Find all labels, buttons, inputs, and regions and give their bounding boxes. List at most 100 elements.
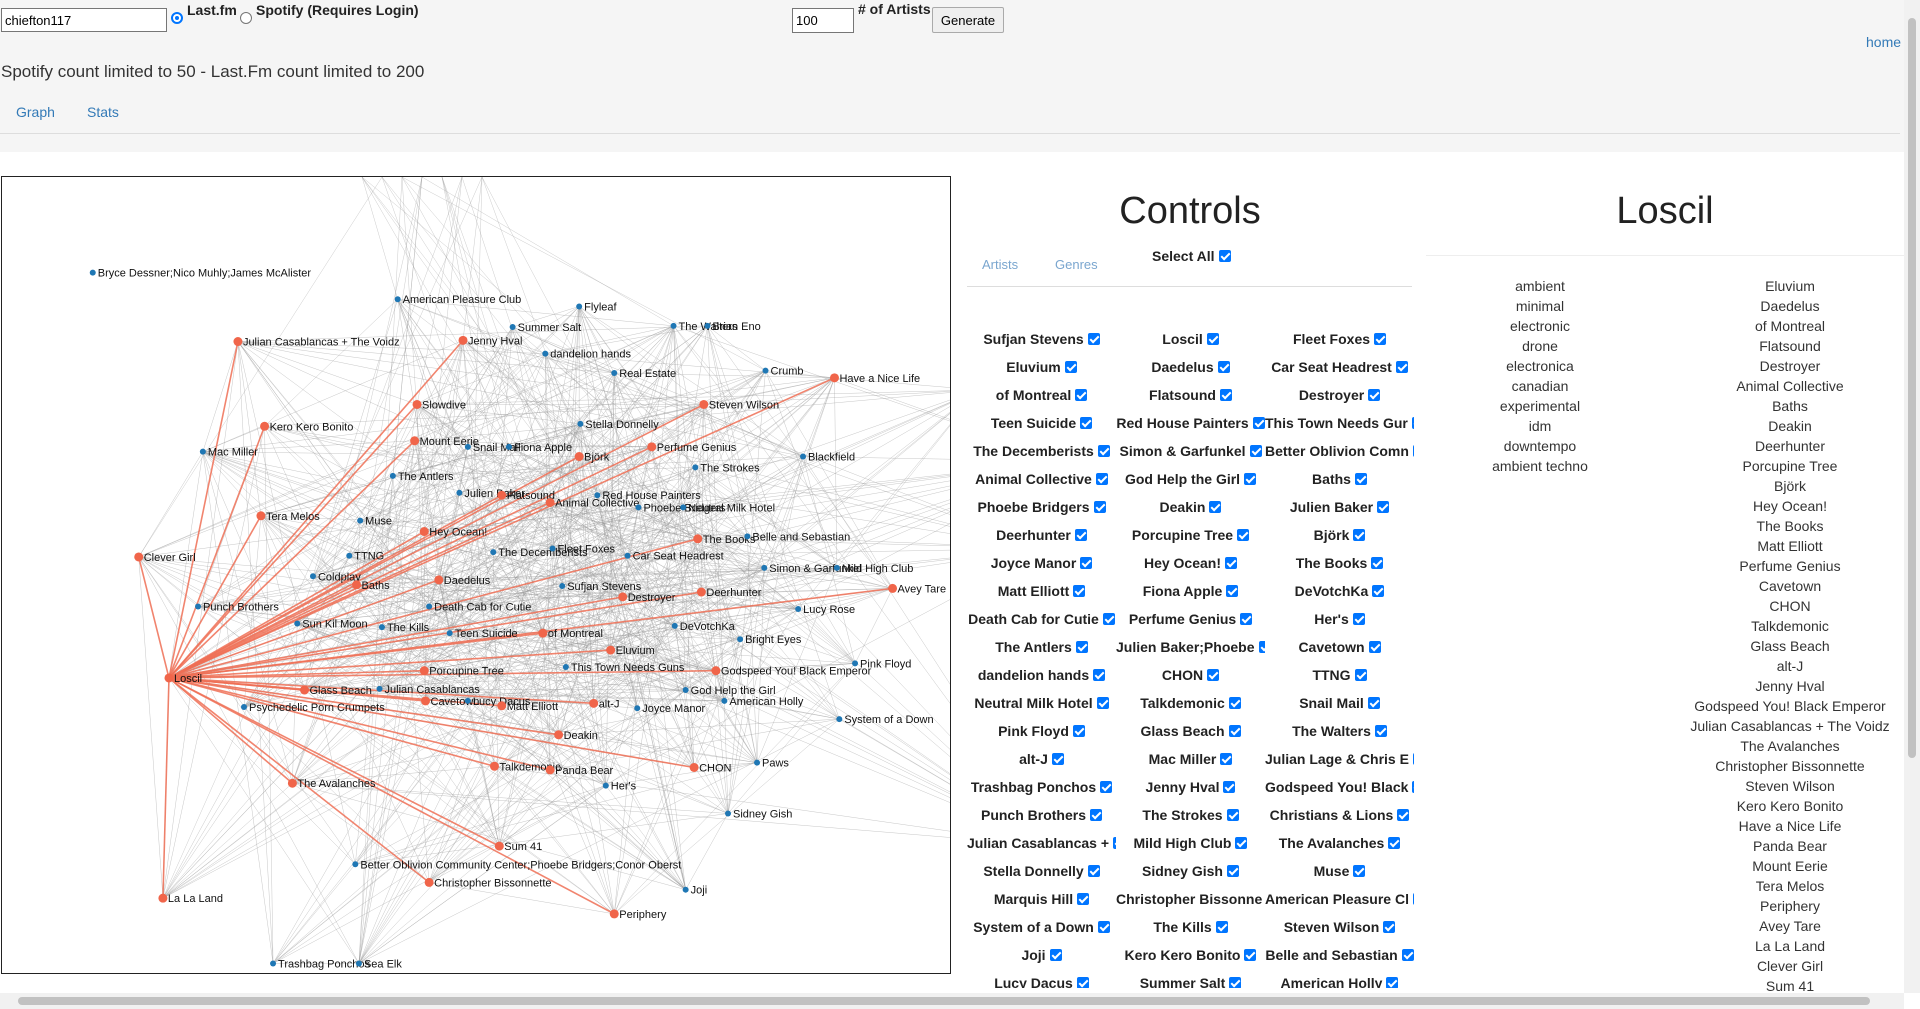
graph-node[interactable]: Real Estate (611, 368, 676, 380)
checkbox-checked-icon[interactable] (1228, 697, 1241, 709)
graph-node[interactable]: Hey Ocean! (419, 527, 488, 539)
checkbox-checked-icon[interactable] (1228, 725, 1241, 737)
checkbox-checked-icon[interactable] (1090, 809, 1102, 821)
graph-node[interactable]: Joyce Manor (634, 703, 706, 715)
graph-node[interactable]: Snail Mail (464, 442, 521, 454)
spotify-radio[interactable] (240, 12, 252, 24)
artist-checkbox-item[interactable]: Perfume Genius (1116, 608, 1265, 636)
checkbox-checked-icon[interactable] (1087, 865, 1100, 877)
graph-node[interactable]: Blackfield (800, 452, 855, 464)
checkbox-checked-icon[interactable] (1080, 417, 1093, 429)
graph-node[interactable]: Porcupine Tree (419, 666, 504, 678)
artist-checkbox-item[interactable]: Julian Casablancas + (967, 832, 1116, 860)
graph-node[interactable]: This Town Needs Guns (562, 662, 685, 674)
checkbox-checked-icon[interactable] (1383, 921, 1396, 933)
checkbox-checked-icon[interactable] (1377, 501, 1390, 513)
artist-checkbox-item[interactable]: DeVotchKa (1265, 580, 1414, 608)
checkbox-checked-icon[interactable] (1372, 585, 1385, 597)
graph-node[interactable]: Car Seat Headrest (624, 551, 724, 563)
artist-checkbox-item[interactable]: Joji (967, 944, 1116, 972)
graph-node[interactable]: Kero Kero Bonito (260, 421, 353, 433)
checkbox-checked-icon[interactable] (1226, 809, 1239, 821)
artist-checkbox-item[interactable]: Car Seat Headrest (1265, 356, 1414, 384)
artist-checkbox-item[interactable]: American Holly (1265, 972, 1414, 988)
checkbox-checked-icon[interactable] (1218, 250, 1231, 262)
artist-checkbox-item[interactable]: Muse (1265, 860, 1414, 888)
artist-count-input[interactable] (792, 8, 854, 33)
scrollbar-thumb[interactable] (18, 997, 1870, 1005)
artist-checkbox-item[interactable]: Loscil (1116, 328, 1265, 356)
artist-checkbox-item[interactable]: The Decemberists (967, 440, 1116, 468)
checkbox-checked-icon[interactable] (1097, 921, 1110, 933)
checkbox-checked-icon[interactable] (1352, 613, 1365, 625)
artist-checkbox-item[interactable]: Stella Donnelly (967, 860, 1116, 888)
graph-node[interactable]: alt-J (589, 698, 619, 710)
checkbox-checked-icon[interactable] (1215, 921, 1228, 933)
artist-checkbox-item[interactable]: Belle and Sebastian (1265, 944, 1414, 972)
checkbox-checked-icon[interactable] (1401, 949, 1414, 961)
graph-node[interactable]: Psychedelic Porn Crumpets (241, 702, 385, 714)
artist-checkbox-item[interactable]: Simon & Garfunkel (1116, 440, 1265, 468)
checkbox-checked-icon[interactable] (1075, 641, 1088, 653)
artist-checkbox-item[interactable]: Red House Painters (1116, 412, 1265, 440)
graph-node[interactable]: Perfume Genius (647, 442, 737, 454)
graph-node[interactable]: Slowdive (412, 399, 467, 411)
graph-node[interactable]: La La Land (158, 893, 223, 905)
artist-checkbox-item[interactable]: System of a Down (967, 916, 1116, 944)
graph-node[interactable]: System of a Down (836, 714, 934, 726)
checkbox-checked-icon[interactable] (1074, 529, 1087, 541)
artist-checkbox-item[interactable]: The Books (1265, 552, 1414, 580)
graph-node[interactable]: Avey Tare (888, 583, 946, 595)
artist-checkbox-item[interactable]: Better Oblivion Comn (1265, 440, 1414, 468)
checkbox-checked-icon[interactable] (1235, 837, 1248, 849)
checkbox-checked-icon[interactable] (1412, 445, 1414, 457)
artist-checkbox-item[interactable]: Godspeed You! Black (1265, 776, 1414, 804)
graph-node[interactable]: of Montreal (538, 628, 603, 640)
lastfm-radio[interactable] (171, 12, 183, 24)
checkbox-checked-icon[interactable] (1225, 557, 1238, 569)
graph-node[interactable]: Björk (574, 452, 610, 464)
graph-node[interactable]: Death Cab for Cutie (426, 602, 531, 614)
graph-node[interactable]: Sum 41 (494, 841, 542, 853)
graph-node[interactable]: The Strokes (692, 462, 760, 474)
checkbox-checked-icon[interactable] (1206, 333, 1219, 345)
artist-checkbox-item[interactable]: Death Cab for Cutie (967, 608, 1116, 636)
graph-node[interactable]: Sidney Gish (725, 808, 792, 820)
checkbox-checked-icon[interactable] (1095, 473, 1108, 485)
checkbox-checked-icon[interactable] (1412, 753, 1414, 765)
artist-checkbox-item[interactable]: Talkdemonic (1116, 692, 1265, 720)
artist-checkbox-item[interactable]: Julian Lage & Chris E (1265, 748, 1414, 776)
artist-checkbox-item[interactable]: The Walters (1265, 720, 1414, 748)
checkbox-checked-icon[interactable] (1354, 473, 1367, 485)
artist-checkbox-item[interactable]: Porcupine Tree (1116, 524, 1265, 552)
artist-checkbox-item[interactable]: Julien Baker;Phoebe (1116, 636, 1265, 664)
checkbox-checked-icon[interactable] (1080, 557, 1093, 569)
artist-checkbox-item[interactable]: TTNG (1265, 664, 1414, 692)
artist-checkbox-item[interactable]: American Pleasure Cl (1265, 888, 1414, 916)
graph-node[interactable]: Eluvium (606, 645, 655, 657)
artist-graph[interactable]: Bryce Dessner;Nico Muhly;James McAlister… (1, 176, 951, 974)
artist-checkbox-item[interactable]: of Montreal (967, 384, 1116, 412)
graph-node[interactable]: CHON (689, 762, 732, 774)
artist-checkbox-item[interactable]: Neutral Milk Hotel (967, 692, 1116, 720)
username-input[interactable] (1, 8, 167, 32)
artist-checkbox-item[interactable]: Björk (1265, 524, 1414, 552)
checkbox-checked-icon[interactable] (1075, 389, 1088, 401)
artist-checkbox-item[interactable]: Christians & Lions (1265, 804, 1414, 832)
graph-node[interactable]: Mild High Club (833, 563, 914, 575)
artist-checkbox-item[interactable]: Mac Miller (1116, 748, 1265, 776)
artist-checkbox-item[interactable]: Jenny Hval (1116, 776, 1265, 804)
checkbox-checked-icon[interactable] (1368, 641, 1381, 653)
artist-checkbox-item[interactable]: God Help the Girl (1116, 468, 1265, 496)
artist-checkbox-item[interactable]: Mild High Club (1116, 832, 1265, 860)
graph-node[interactable]: Periphery (609, 909, 667, 921)
checkbox-checked-icon[interactable] (1395, 361, 1408, 373)
artist-checkbox-item[interactable]: Hey Ocean! (1116, 552, 1265, 580)
graph-node[interactable]: Steven Wilson (699, 399, 779, 411)
checkbox-checked-icon[interactable] (1412, 893, 1414, 905)
checkbox-checked-icon[interactable] (1096, 697, 1109, 709)
graph-node[interactable]: The Avalanches (287, 778, 376, 790)
graph-node[interactable]: Deerhunter (696, 587, 762, 599)
graph-node[interactable]: Animal Collective (545, 497, 640, 509)
artist-checkbox-item[interactable]: alt-J (967, 748, 1116, 776)
